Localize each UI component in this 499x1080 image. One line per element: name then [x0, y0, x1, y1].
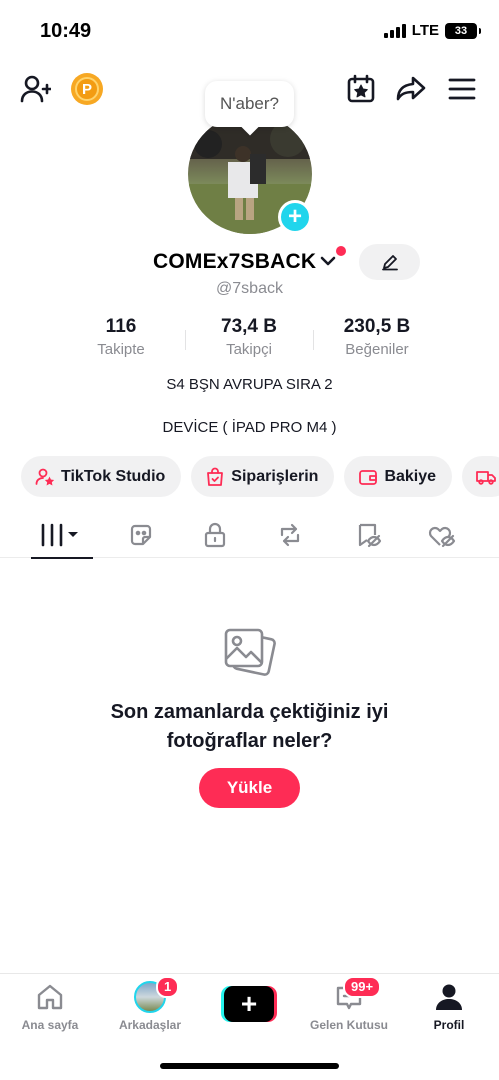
- tab-saved[interactable]: [337, 512, 399, 558]
- notification-dot: [336, 246, 346, 256]
- bookmark-eye-icon: [358, 523, 382, 548]
- empty-state-title: Son zamanlarda çektiğiniz iyi fotoğrafla…: [0, 698, 499, 756]
- stat-value: 230,5 B: [343, 316, 411, 337]
- content-tabs: [0, 512, 499, 559]
- battery-level: 33: [454, 24, 468, 37]
- balance-button[interactable]: Bakiye: [344, 456, 453, 497]
- truck-icon: [476, 467, 496, 487]
- nav-label: Ana sayfa: [21, 1018, 79, 1032]
- active-tab-indicator: [31, 557, 93, 559]
- tab-private[interactable]: [184, 512, 246, 558]
- chip-label: Bakiye: [384, 467, 437, 485]
- battery-icon: 33: [445, 22, 481, 39]
- home-indicator: [160, 1063, 339, 1069]
- nav-profile[interactable]: Profil: [399, 982, 499, 1032]
- signal-icon: [383, 23, 406, 38]
- notification-badge: 1: [156, 976, 180, 998]
- tab-liked[interactable]: [410, 512, 472, 558]
- status-indicators: LTE 33: [383, 22, 481, 39]
- person-star-icon: [35, 467, 55, 487]
- nav-label: Gelen Kutusu: [309, 1018, 388, 1032]
- create-button[interactable]: +: [221, 986, 277, 1022]
- bio-line: DEVİCE ( İPAD PRO M4 ): [162, 419, 337, 436]
- tab-videos[interactable]: [31, 512, 93, 559]
- profile-icon: [399, 982, 499, 1012]
- empty-state-line: Son zamanlarda çektiğiniz iyi: [110, 701, 389, 723]
- bio-line: S4 BŞN AVRUPA SIRA 2: [166, 376, 333, 393]
- menu-icon[interactable]: [444, 71, 480, 107]
- tab-stickers[interactable]: [110, 512, 172, 558]
- liked-icon: [428, 526, 456, 548]
- nav-inbox[interactable]: 99+ Gelen Kutusu: [299, 976, 399, 1032]
- stat-value: 73,4 B: [221, 316, 277, 337]
- upload-button[interactable]: Yükle: [199, 768, 300, 808]
- calendar-star-icon[interactable]: [343, 71, 379, 107]
- status-bar: 10:49 LTE 33: [0, 0, 499, 60]
- chip-label: Siparişlerin: [231, 467, 319, 485]
- stat-label: Beğeniler: [345, 341, 409, 358]
- orders-button[interactable]: Siparişlerin: [191, 456, 335, 497]
- name-row: COMEx7SBACK: [0, 244, 499, 280]
- stat-followers[interactable]: 73,4 B Takipçi: [189, 316, 309, 358]
- nav-friends[interactable]: 1 Arkadaşlar: [100, 976, 200, 1032]
- lock-icon: [204, 522, 226, 548]
- profile-stats: 116 Takipte 73,4 B Takipçi 230,5 B Beğen…: [0, 316, 499, 364]
- divider: [185, 330, 186, 350]
- notification-badge: 99+: [343, 976, 382, 998]
- stat-likes[interactable]: 230,5 B Beğeniler: [317, 316, 437, 358]
- status-time: 10:49: [40, 20, 92, 42]
- photos-icon: [224, 628, 276, 676]
- divider: [313, 330, 314, 350]
- share-icon[interactable]: [393, 71, 429, 107]
- add-friend-icon[interactable]: [17, 71, 53, 107]
- sticker-icon: [130, 524, 152, 546]
- wallet-icon: [358, 467, 378, 487]
- shopping-bag-icon: [205, 467, 225, 487]
- username[interactable]: COMEx7SBACK: [153, 250, 316, 274]
- stat-following[interactable]: 116 Takipte: [61, 316, 181, 358]
- pencil-icon: [381, 255, 398, 271]
- plus-icon: +: [224, 986, 274, 1022]
- shipping-button[interactable]: [462, 456, 499, 497]
- empty-state-line: fotoğraflar neler?: [166, 730, 333, 752]
- stat-value: 116: [105, 316, 137, 337]
- edit-profile-button[interactable]: [359, 244, 420, 280]
- chip-label: TikTok Studio: [61, 467, 166, 485]
- nav-label: Profil: [433, 1018, 465, 1032]
- chevron-down-icon[interactable]: [319, 254, 337, 268]
- repost-icon: [280, 523, 300, 547]
- tab-reposts[interactable]: [259, 512, 321, 558]
- coin-icon[interactable]: P: [71, 73, 103, 105]
- stat-label: Takipte: [97, 341, 145, 358]
- tiktok-studio-button[interactable]: TikTok Studio: [21, 456, 182, 497]
- add-story-icon[interactable]: +: [278, 200, 312, 234]
- nav-home[interactable]: Ana sayfa: [0, 982, 100, 1032]
- status-tooltip[interactable]: N'aber?: [205, 81, 294, 127]
- grid-icon: [41, 523, 78, 547]
- user-handle: @7sback: [216, 280, 283, 297]
- nav-label: Arkadaşlar: [118, 1018, 182, 1032]
- network-label: LTE: [411, 22, 439, 39]
- home-icon: [0, 982, 100, 1012]
- stat-label: Takipçi: [226, 341, 272, 358]
- quick-actions: TikTok Studio Siparişlerin Bakiye: [21, 456, 499, 497]
